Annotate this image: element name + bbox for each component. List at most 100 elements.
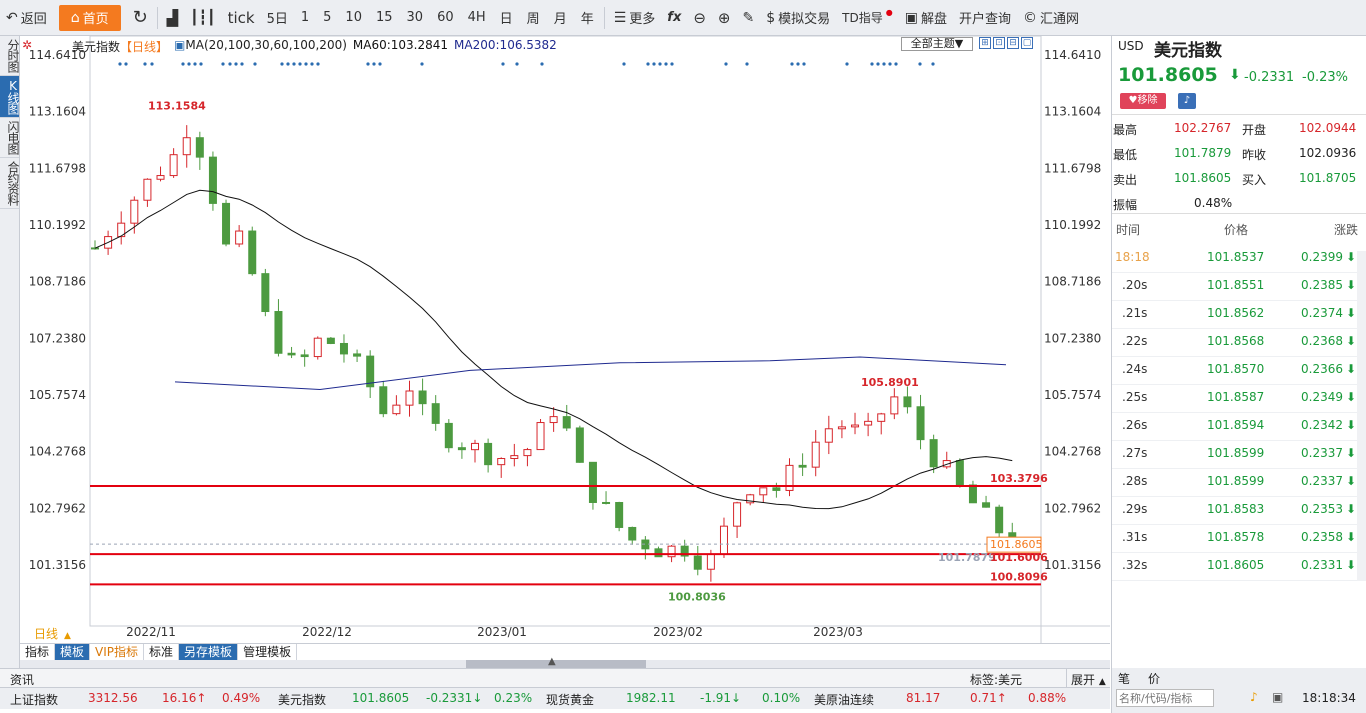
marker-dot — [664, 62, 668, 66]
tick-button[interactable]: tick — [222, 0, 261, 36]
bottom-right-panel: 笔 价 ♪ ▣ 18:18:34 — [1111, 668, 1366, 713]
five-day-button[interactable]: 5日 — [261, 0, 294, 36]
ticker-name[interactable]: 美原油连续 — [814, 691, 874, 708]
trade-price: 101.8562 — [1207, 306, 1265, 320]
down-arrow-icon: ⬇ — [1346, 362, 1357, 376]
trade-price: 101.8551 — [1207, 278, 1265, 292]
ticker-change: 0.71↑ — [970, 691, 1007, 705]
sim-trade-button[interactable]: $ 模拟交易 — [760, 0, 836, 36]
td-guide-button[interactable]: TD指导 ● — [836, 0, 899, 36]
period-button[interactable]: 30 — [400, 0, 431, 36]
trade-row: .27s 101.8599 0.2337 ⬇ — [1112, 441, 1366, 469]
stat-row: 卖出 101.8605 买入 101.8705 — [1112, 166, 1366, 191]
period-button[interactable]: 5 — [316, 0, 338, 36]
formula-button[interactable]: fx — [661, 0, 687, 36]
candle-body — [916, 406, 925, 441]
tab-contract[interactable]: 合约资料 — [0, 158, 20, 209]
theme-dropdown[interactable]: 全部主题▼ — [901, 37, 973, 51]
tab-standard[interactable]: 标准 — [144, 644, 180, 660]
marker-dot — [724, 62, 728, 66]
maximize-icon[interactable]: ▢ — [1021, 37, 1033, 49]
trade-row: .22s 101.8568 0.2368 ⬇ — [1112, 329, 1366, 357]
settings-icon[interactable]: ▣ — [1272, 690, 1283, 704]
notification-bell-icon[interactable]: ♪ — [1250, 690, 1258, 704]
candle-body — [484, 442, 493, 466]
period-button[interactable]: 60 — [430, 0, 461, 36]
period-button[interactable]: 15 — [369, 0, 400, 36]
zoom-out-button[interactable]: ⊖ — [687, 0, 712, 36]
trade-change: 0.2331 — [1301, 558, 1343, 572]
back-arrow-icon: ↶ — [6, 9, 18, 26]
trades-header: 时间 价格 涨跌 — [1116, 223, 1359, 237]
ticker-change: -0.2331↓ — [426, 691, 483, 705]
marker-dot — [420, 62, 424, 66]
marker-dot — [894, 62, 898, 66]
alert-bell-button[interactable]: ♪ — [1178, 93, 1196, 109]
tab-indicator[interactable]: 指标 — [20, 644, 56, 660]
trades-scrollbar[interactable] — [1357, 251, 1366, 581]
line-chart-button[interactable]: ▟ — [161, 0, 185, 36]
tab-save-template[interactable]: 另存模板 — [179, 644, 239, 660]
split-icon[interactable]: ⊟ — [1007, 37, 1019, 49]
period-button[interactable]: 4H — [461, 0, 493, 36]
marker-dot — [931, 62, 935, 66]
home-button[interactable]: ⌂ 首页 — [58, 4, 121, 31]
tab-manage-template[interactable]: 管理模板 — [238, 644, 298, 660]
period-button[interactable]: 日 — [493, 0, 520, 36]
trade-change: 0.2374 — [1301, 306, 1343, 320]
ticker-price: 81.17 — [906, 691, 941, 705]
scroll-thumb[interactable]: ▲ — [466, 656, 646, 668]
tab-kline[interactable]: K线图 — [0, 76, 20, 118]
price-tab[interactable]: 价 — [1148, 670, 1160, 687]
period-button[interactable]: 1 — [294, 0, 316, 36]
tab-vip-indicator[interactable]: VIP指标 — [90, 644, 145, 660]
ticker-name[interactable]: 现货黄金 — [546, 691, 594, 708]
more-button[interactable]: ☰ 更多 — [608, 0, 662, 36]
news-label[interactable]: 资讯 — [10, 671, 34, 688]
period-button[interactable]: 月 — [547, 0, 574, 36]
candle-body — [339, 342, 348, 355]
stat-amp: 0.48% — [1194, 196, 1233, 210]
tab-template[interactable]: 模板 — [55, 644, 91, 660]
open-query-button[interactable]: 开户查询 — [953, 0, 1017, 36]
marker-dot — [876, 62, 880, 66]
pen-tab[interactable]: 笔 — [1118, 670, 1130, 687]
tab-flash[interactable]: 闪电图 — [0, 118, 20, 158]
candle-body — [837, 426, 846, 430]
chart-canvas[interactable]: 114.6410 114.6410113.1604 113.1604111.6798… — [20, 36, 1110, 643]
period-button[interactable]: 周 — [520, 0, 547, 36]
candle-body — [156, 175, 165, 180]
kline-chart[interactable]: 114.6410 114.6410 113.1604 113.1604 111.6798… — [20, 36, 1110, 643]
tab-timeshare[interactable]: 分时图 — [0, 36, 20, 76]
refresh-button[interactable]: ↻ — [127, 0, 154, 36]
back-button[interactable]: ↶ 返回 — [0, 0, 53, 36]
period-button[interactable]: 10 — [338, 0, 369, 36]
ticker-name[interactable]: 美元指数 — [278, 691, 326, 708]
candle-body — [471, 442, 480, 451]
trade-time: .31s — [1122, 530, 1148, 544]
marker-dot — [888, 62, 892, 66]
marker-dot — [372, 62, 376, 66]
price-change: -0.2331 — [1244, 70, 1295, 85]
period-indicator: 日线 — [34, 627, 58, 641]
candle-body — [130, 199, 139, 224]
zoom-in-button[interactable]: ⊕ — [712, 0, 737, 36]
brand-link[interactable]: © 汇通网 — [1017, 0, 1085, 36]
ticker-name[interactable]: 上证指数 — [10, 691, 58, 708]
ma-indicator[interactable]: ▣MA(20,100,30,60,100,200) — [174, 38, 347, 55]
expand-icon[interactable]: ⊡ — [993, 37, 1005, 49]
trade-row: 18:18 101.8537 0.2399 ⬇ — [1112, 245, 1366, 273]
fit-icon[interactable]: ⊞ — [979, 37, 991, 49]
y-tick-label-left: 105.7574 — [29, 388, 86, 402]
period-button[interactable]: 年 — [574, 0, 601, 36]
unlock-button[interactable]: ▣ 解盘 — [899, 0, 953, 36]
remove-favorite-button[interactable]: ♥移除 — [1120, 93, 1166, 109]
expand-button[interactable]: 展开 ▲ — [1066, 669, 1110, 688]
candle-body — [392, 404, 401, 415]
chart-scrollbar[interactable]: ▲ — [20, 656, 1110, 668]
candle-button[interactable]: ┃┇┃ — [184, 0, 221, 36]
indicator-icon: ▣ — [174, 38, 186, 52]
draw-button[interactable]: ✎ — [737, 0, 761, 36]
search-input[interactable] — [1116, 689, 1214, 707]
settings-icon[interactable]: ✲ — [22, 38, 32, 52]
